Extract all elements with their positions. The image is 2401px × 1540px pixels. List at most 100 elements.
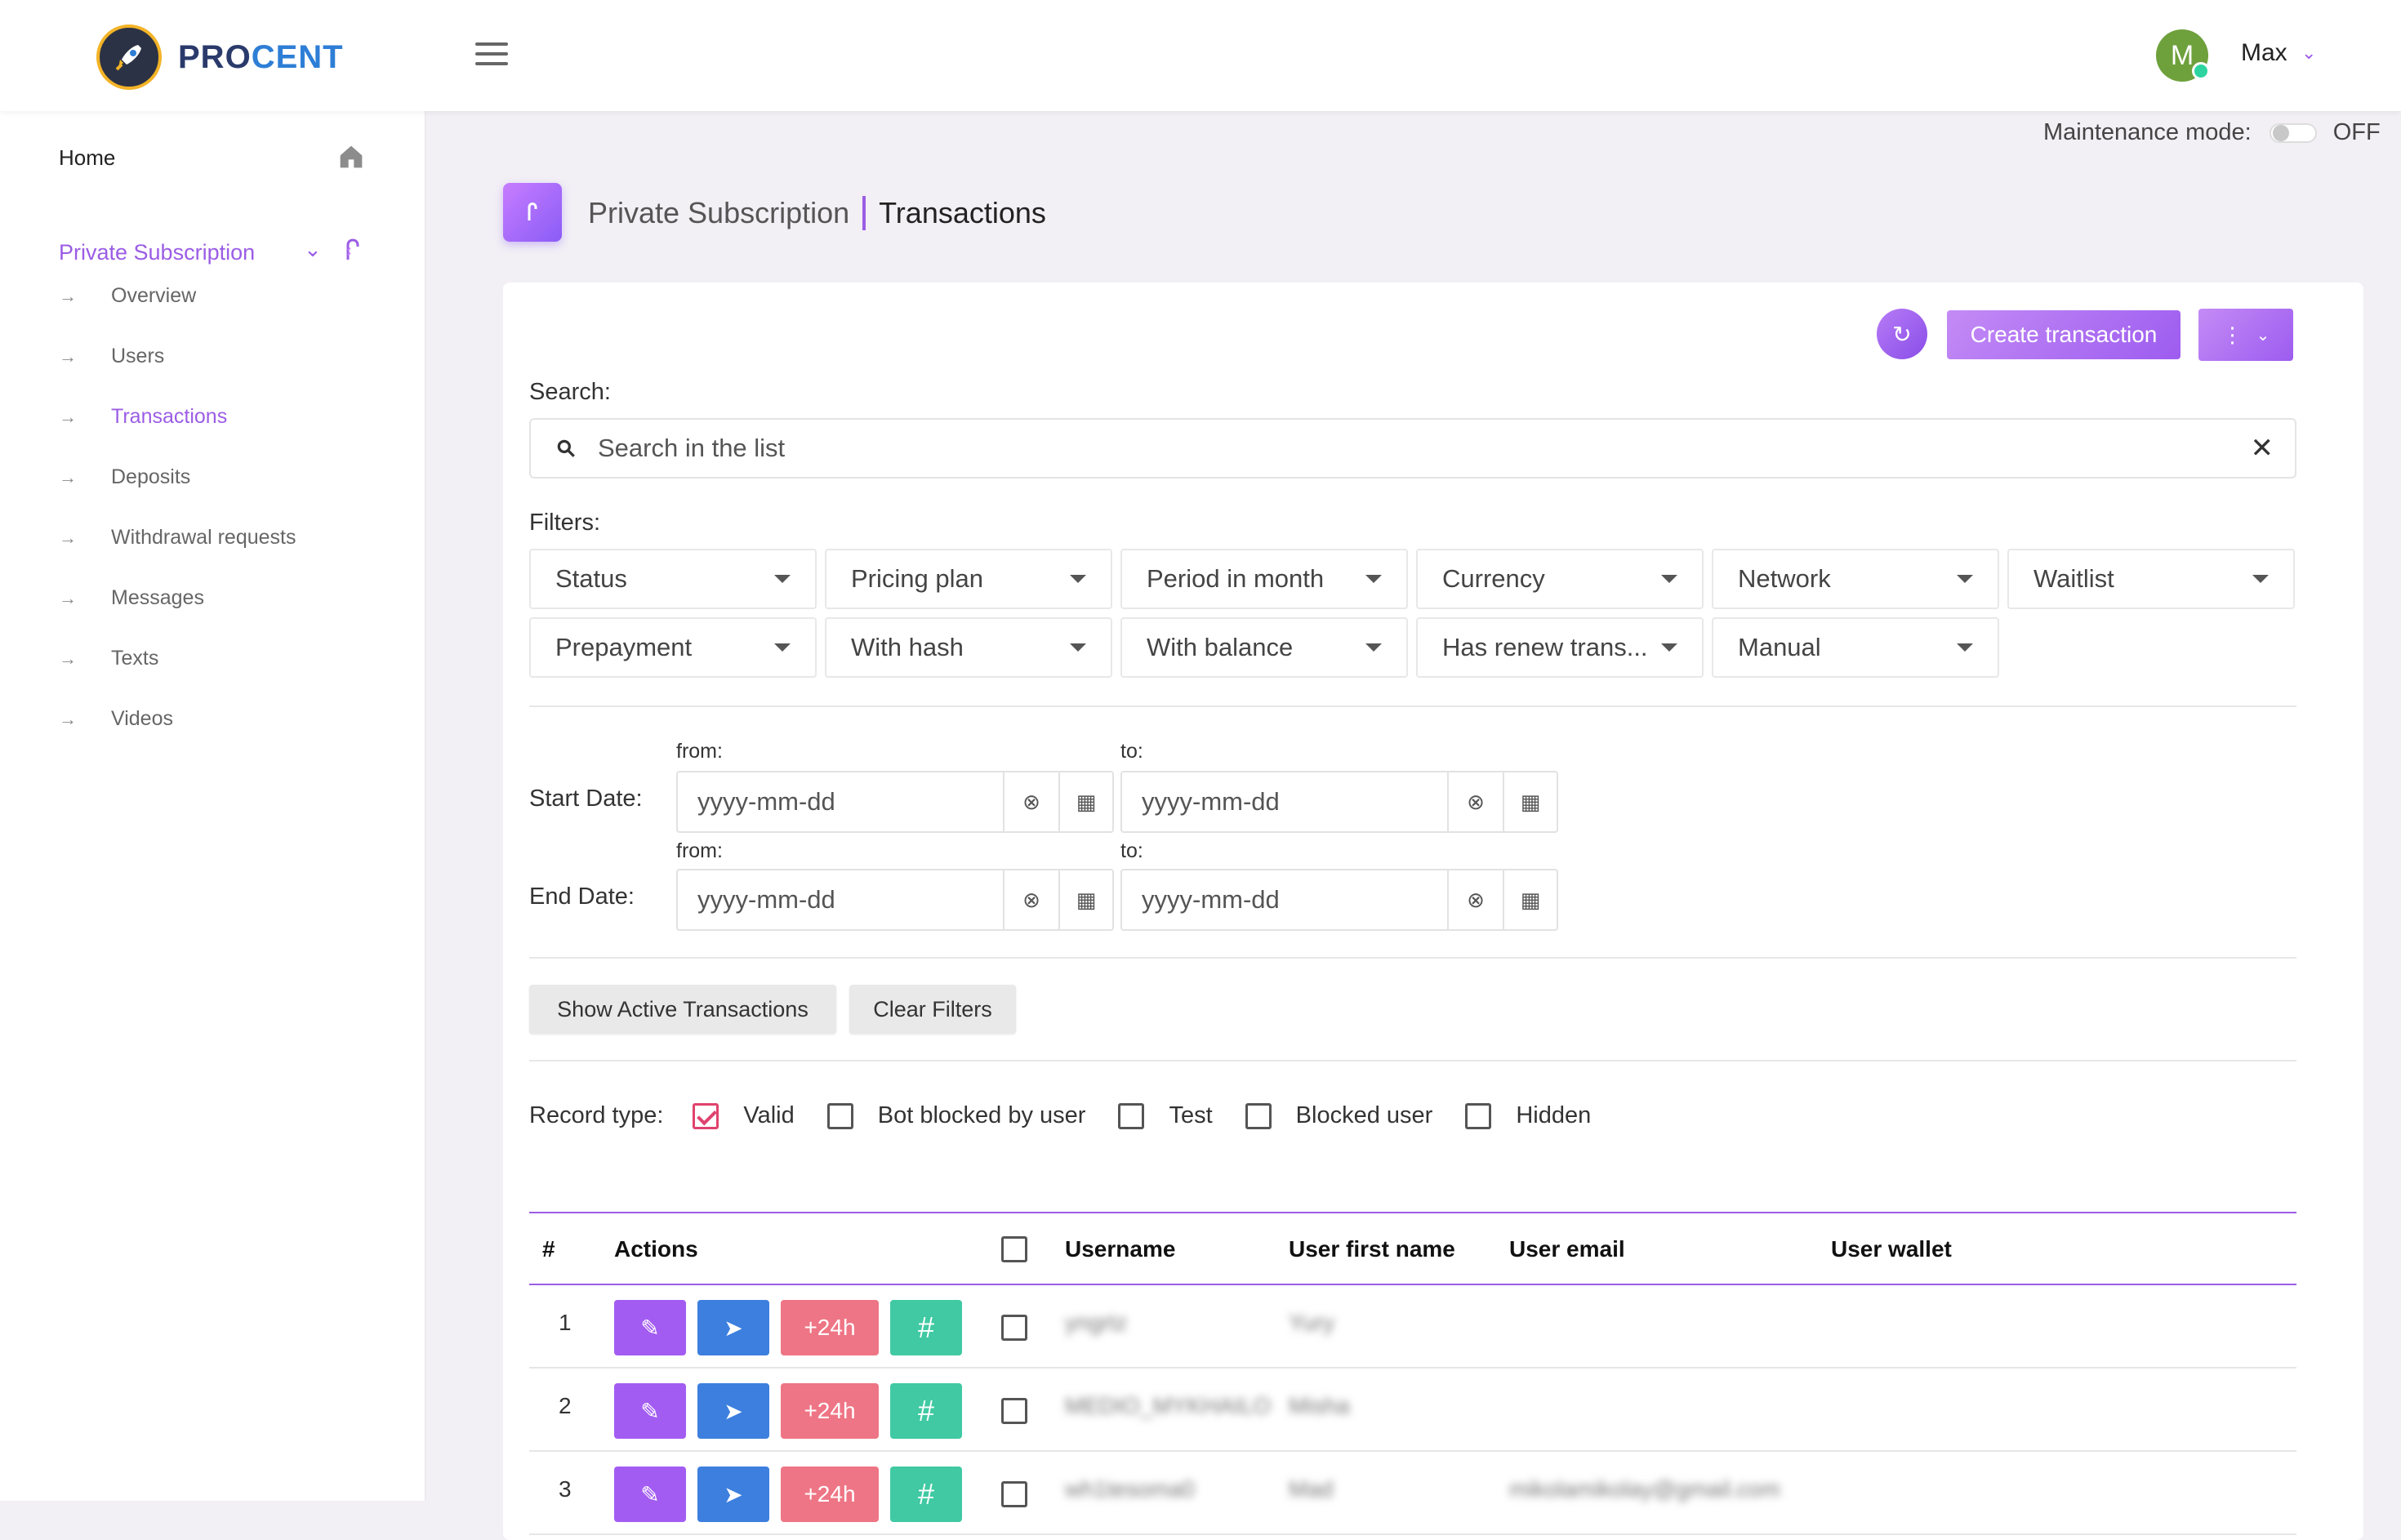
column-header-first-name[interactable]: User first name xyxy=(1289,1236,1455,1262)
hash-button[interactable]: # xyxy=(890,1467,962,1522)
chevron-down-icon[interactable]: ⌄ xyxy=(2301,42,2316,64)
sidebar-item-label: Deposits xyxy=(111,465,191,488)
checkbox-blocked-user[interactable] xyxy=(1245,1102,1272,1129)
sidebar-item-label: Messages xyxy=(111,586,204,609)
filter-currency[interactable]: Currency xyxy=(1416,549,1704,609)
hash-button[interactable]: # xyxy=(890,1300,962,1355)
column-header-username[interactable]: Username xyxy=(1065,1236,1175,1262)
brand-name: PROCENT xyxy=(178,39,344,76)
search-field[interactable]: ✕ xyxy=(529,418,2296,478)
clear-filters-button[interactable]: Clear Filters xyxy=(849,985,1016,1034)
clear-circle-icon[interactable]: ⊗ xyxy=(1004,772,1058,831)
start-date-to-picker: yyyy-mm-dd ⊗ ▦ xyxy=(1120,771,1558,833)
calendar-icon[interactable]: ▦ xyxy=(1058,772,1112,831)
checkbox-valid[interactable] xyxy=(693,1102,719,1129)
candy-cane-icon xyxy=(503,183,562,242)
home-icon[interactable] xyxy=(335,140,368,173)
sidebar-section-private-subscription[interactable]: Private Subscription xyxy=(59,240,255,265)
filter-prepayment[interactable]: Prepayment xyxy=(529,617,817,678)
extend-24h-button[interactable]: +24h xyxy=(781,1383,879,1439)
sidebar-item-overview[interactable]: → Overview xyxy=(59,284,196,308)
filter-with-hash[interactable]: With hash xyxy=(825,617,1112,678)
sidebar-item-withdrawal-requests[interactable]: → Withdrawal requests xyxy=(59,526,296,550)
filter-manual[interactable]: Manual xyxy=(1712,617,1999,678)
avatar-initial: M xyxy=(2170,39,2194,71)
end-date-from-input[interactable]: yyyy-mm-dd xyxy=(678,870,1004,929)
edit-button[interactable]: ✎ xyxy=(614,1383,686,1439)
filter-waitlist[interactable]: Waitlist xyxy=(2007,549,2295,609)
row-checkbox[interactable] xyxy=(1001,1398,1027,1424)
calendar-icon[interactable]: ▦ xyxy=(1058,870,1112,929)
clear-circle-icon[interactable]: ⊗ xyxy=(1449,772,1503,831)
filter-network[interactable]: Network xyxy=(1712,549,1999,609)
filter-status[interactable]: Status xyxy=(529,549,817,609)
breadcrumb-parent[interactable]: Private Subscription xyxy=(588,196,849,230)
column-header-email[interactable]: User email xyxy=(1509,1236,1625,1262)
caret-down-icon xyxy=(1365,575,1382,583)
edit-button[interactable]: ✎ xyxy=(614,1300,686,1355)
online-status-dot xyxy=(2192,62,2210,80)
more-actions-button[interactable]: ⋮ ⌄ xyxy=(2198,309,2293,361)
extend-24h-button[interactable]: +24h xyxy=(781,1300,879,1355)
calendar-icon[interactable]: ▦ xyxy=(1503,870,1557,929)
checkbox-label: Blocked user xyxy=(1295,1102,1433,1128)
sidebar-item-users[interactable]: → Users xyxy=(59,345,164,368)
row-number: 2 xyxy=(559,1393,572,1418)
hash-button[interactable]: # xyxy=(890,1383,962,1439)
clear-circle-icon[interactable]: ⊗ xyxy=(1449,870,1503,929)
send-button[interactable]: ➤ xyxy=(697,1383,769,1439)
end-date-to-picker: yyyy-mm-dd ⊗ ▦ xyxy=(1120,869,1558,931)
sidebar-item-label: Users xyxy=(111,345,165,367)
end-date-to-input[interactable]: yyyy-mm-dd xyxy=(1122,870,1449,929)
search-icon xyxy=(557,439,575,457)
sidebar-item-deposits[interactable]: → Deposits xyxy=(59,465,190,489)
send-icon: ➤ xyxy=(724,1481,743,1507)
show-active-transactions-button[interactable]: Show Active Transactions xyxy=(529,985,836,1034)
start-date-to-input[interactable]: yyyy-mm-dd xyxy=(1122,772,1449,831)
start-date-label: Start Date: xyxy=(529,786,643,812)
checkbox-label: Test xyxy=(1169,1102,1213,1128)
row-checkbox[interactable] xyxy=(1001,1315,1027,1341)
arrow-right-icon: → xyxy=(59,527,77,548)
logo[interactable]: PROCENT xyxy=(96,24,344,90)
start-date-from-input[interactable]: yyyy-mm-dd xyxy=(678,772,1004,831)
menu-toggle-icon[interactable] xyxy=(475,42,508,67)
close-icon[interactable]: ✕ xyxy=(2251,432,2274,465)
checkbox-test[interactable] xyxy=(1118,1102,1145,1129)
edit-button[interactable]: ✎ xyxy=(614,1467,686,1522)
sidebar-item-messages[interactable]: → Messages xyxy=(59,586,204,610)
sidebar-item-videos[interactable]: → Videos xyxy=(59,707,173,731)
checkbox-label: Hidden xyxy=(1516,1102,1592,1128)
checkbox-hidden[interactable] xyxy=(1465,1102,1492,1129)
search-input[interactable] xyxy=(596,433,2251,464)
record-type-label: Record type: xyxy=(529,1102,664,1128)
send-button[interactable]: ➤ xyxy=(697,1300,769,1355)
caret-down-icon xyxy=(2252,575,2269,583)
filter-period-in-month[interactable]: Period in month xyxy=(1120,549,1408,609)
filter-has-renew-transaction[interactable]: Has renew trans... xyxy=(1416,617,1704,678)
sidebar-item-transactions[interactable]: → Transactions xyxy=(59,405,227,429)
checkbox-bot-blocked-by-user[interactable] xyxy=(826,1102,853,1129)
table-row: 2 ✎ ➤ +24h # MEDIO_MYKHAILO Misha xyxy=(529,1369,2296,1452)
clear-circle-icon[interactable]: ⊗ xyxy=(1004,870,1058,929)
send-button[interactable]: ➤ xyxy=(697,1467,769,1522)
breadcrumb: Private Subscription Transactions xyxy=(588,196,1046,230)
filter-pricing-plan[interactable]: Pricing plan xyxy=(825,549,1112,609)
chevron-down-icon[interactable]: ⌄ xyxy=(304,237,322,262)
user-name[interactable]: Max xyxy=(2241,39,2287,67)
column-header-wallet[interactable]: User wallet xyxy=(1831,1236,1952,1262)
create-transaction-button[interactable]: Create transaction xyxy=(1947,310,2180,359)
filter-with-balance[interactable]: With balance xyxy=(1120,617,1408,678)
column-header-actions: Actions xyxy=(614,1236,698,1262)
sidebar-item-home[interactable]: Home xyxy=(59,145,115,171)
refresh-button[interactable]: ↻ xyxy=(1877,309,1927,359)
maintenance-toggle[interactable] xyxy=(2269,122,2317,143)
calendar-icon[interactable]: ▦ xyxy=(1503,772,1557,831)
breadcrumb-divider xyxy=(862,196,866,230)
top-bar: PROCENT M Max ⌄ xyxy=(0,0,2401,111)
select-all-checkbox[interactable] xyxy=(1001,1236,1027,1262)
row-checkbox[interactable] xyxy=(1001,1481,1027,1507)
sidebar-item-texts[interactable]: → Texts xyxy=(59,647,158,670)
extend-24h-button[interactable]: +24h xyxy=(781,1467,879,1522)
avatar[interactable]: M xyxy=(2156,29,2210,82)
